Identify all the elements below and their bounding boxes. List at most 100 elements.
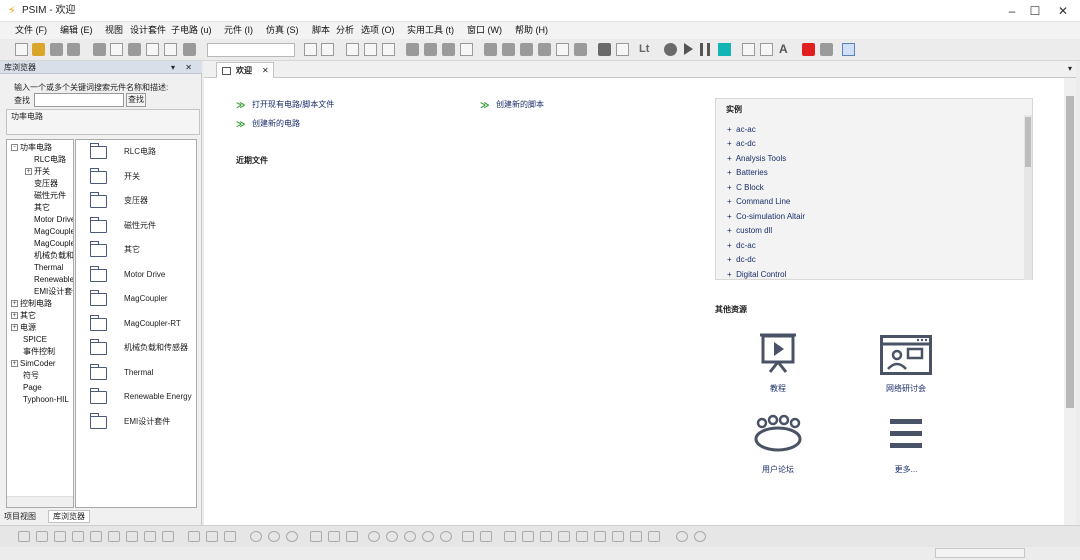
example-item[interactable]: + Digital Control — [727, 269, 786, 280]
tab-dropdown-icon[interactable]: ▾ — [1068, 64, 1072, 74]
diode-icon[interactable] — [90, 531, 102, 542]
list-item[interactable]: RLC电路 — [76, 140, 196, 164]
doc-icon[interactable] — [842, 43, 855, 56]
current-source-icon[interactable] — [268, 531, 280, 542]
webinar-icon[interactable] — [880, 335, 932, 375]
tree-item[interactable]: 符号 — [23, 370, 39, 382]
hand-icon[interactable] — [574, 43, 587, 56]
run-icon[interactable] — [684, 43, 693, 55]
gating-icon[interactable] — [328, 531, 340, 542]
voltage-probe-icon[interactable] — [368, 531, 380, 542]
tree-item[interactable]: MagCoupler-RT — [34, 238, 73, 250]
ammeter-icon[interactable] — [422, 531, 434, 542]
tool-icon[interactable] — [760, 43, 773, 56]
example-item[interactable]: + dc-ac — [727, 240, 756, 251]
undo-icon[interactable] — [146, 43, 159, 56]
list-item[interactable]: Renewable Energy — [76, 385, 196, 409]
ground-icon[interactable] — [18, 531, 30, 542]
menu-icon[interactable] — [888, 417, 924, 451]
zoom-page-icon[interactable] — [556, 43, 569, 56]
expand-icon[interactable]: + — [25, 168, 32, 175]
tree-item[interactable]: Motor Drive — [34, 214, 73, 226]
expand-icon[interactable]: + — [11, 324, 18, 331]
lamp-icon[interactable] — [480, 531, 492, 542]
menu-edit[interactable]: 编辑 (E) — [60, 25, 93, 36]
menu-analysis[interactable]: 分析 — [336, 25, 354, 36]
zoom-area-icon[interactable] — [538, 43, 551, 56]
bird-icon[interactable] — [820, 43, 833, 56]
list-item[interactable]: 变压器 — [76, 189, 196, 213]
menu-design-suite[interactable]: 设计套件 — [130, 25, 166, 36]
example-item[interactable]: + Co-simulation Altair — [727, 211, 805, 222]
new-circuit-link[interactable]: 创建新的电路 — [252, 118, 300, 129]
document-scroll-thumb[interactable] — [1066, 96, 1074, 408]
close-button[interactable]: ✕ — [1046, 0, 1080, 22]
tree-item[interactable]: Renewable Energy — [34, 274, 73, 286]
tab-project-view[interactable]: 项目视图 — [4, 511, 36, 522]
toolbar-combo[interactable] — [207, 43, 295, 57]
example-item[interactable]: + ac-dc — [727, 138, 756, 149]
tree-item[interactable]: + SimCoder — [11, 358, 56, 370]
menu-script[interactable]: 脚本 — [312, 25, 330, 36]
tree-item[interactable]: + 开关 — [25, 166, 50, 178]
list-item[interactable]: Thermal — [76, 361, 196, 385]
zoom-out-icon[interactable] — [502, 43, 515, 56]
new-script-link[interactable]: 创建新的脚本 — [496, 99, 544, 110]
tab-close-button[interactable]: ✕ — [262, 65, 269, 76]
new-file-icon[interactable] — [15, 43, 28, 56]
switch-icon[interactable] — [224, 531, 236, 542]
typhoon-icon[interactable] — [802, 43, 815, 56]
subsystem-icon[interactable] — [522, 531, 534, 542]
tree-item[interactable]: 机械负载和传感器 — [34, 250, 73, 262]
comparator-icon[interactable] — [310, 531, 322, 542]
current-probe-icon[interactable] — [386, 531, 398, 542]
menu-utilities[interactable]: 实用工具 (t) — [407, 25, 454, 36]
menu-help[interactable]: 帮助 (H) — [515, 25, 548, 36]
multiplier-icon[interactable] — [612, 531, 624, 542]
menu-view[interactable]: 视图 — [105, 25, 123, 36]
resistor-icon[interactable] — [36, 531, 48, 542]
tree-item[interactable]: 磁性元件 — [34, 190, 66, 202]
tree-item[interactable]: - 功率电路 — [11, 142, 52, 154]
mirror-icon[interactable] — [382, 43, 395, 56]
pi-controller-icon[interactable] — [346, 531, 358, 542]
c-script-icon[interactable] — [694, 531, 706, 542]
text-button[interactable]: A — [779, 43, 788, 56]
expand-icon[interactable]: + — [11, 312, 18, 319]
menu-file[interactable]: 文件 (F) — [15, 25, 47, 36]
open-folder-icon[interactable] — [32, 43, 45, 56]
igbt-icon[interactable] — [144, 531, 156, 542]
sum-icon[interactable] — [540, 531, 552, 542]
panel-controls[interactable]: ▾ ✕ — [171, 62, 196, 73]
menu-subcircuit[interactable]: 子电路 (u) — [171, 25, 212, 36]
thyristor-icon[interactable] — [162, 531, 174, 542]
flip-icon[interactable] — [364, 43, 377, 56]
checkmark-icon[interactable] — [304, 43, 317, 56]
inductor-icon[interactable] — [54, 531, 66, 542]
list-item[interactable]: 机械负载和传感器 — [76, 336, 196, 360]
cross-icon[interactable] — [321, 43, 334, 56]
forum-link[interactable]: 用户论坛 — [738, 464, 818, 475]
stop-icon[interactable] — [664, 43, 677, 56]
copy-icon[interactable] — [110, 43, 123, 56]
limiter-icon[interactable] — [594, 531, 606, 542]
tree-item[interactable]: Typhoon-HIL — [23, 394, 69, 406]
paste-icon[interactable] — [128, 43, 141, 56]
tree-item[interactable]: + 电源 — [11, 322, 36, 334]
pause-icon[interactable] — [700, 43, 710, 56]
webinar-link[interactable]: 网络研讨会 — [866, 383, 946, 394]
pan-hand-icon[interactable] — [442, 43, 455, 56]
tree-item[interactable]: 变压器 — [34, 178, 58, 190]
menu-simulate[interactable]: 仿真 (S) — [266, 25, 299, 36]
example-item[interactable]: + dc-dc — [727, 254, 756, 265]
lt-button[interactable]: Lt — [639, 43, 649, 56]
simview-icon[interactable] — [718, 43, 731, 56]
list-item[interactable]: EMI设计套件 — [76, 410, 196, 434]
list-item[interactable]: MagCoupler — [76, 287, 196, 311]
presentation-icon[interactable] — [756, 333, 800, 373]
tab-library-browser[interactable]: 库浏览器 — [48, 510, 90, 523]
zoom-in-icon[interactable] — [484, 43, 497, 56]
meter-icon[interactable] — [404, 531, 416, 542]
label-tag-icon[interactable] — [462, 531, 474, 542]
inverter-icon[interactable] — [206, 531, 218, 542]
